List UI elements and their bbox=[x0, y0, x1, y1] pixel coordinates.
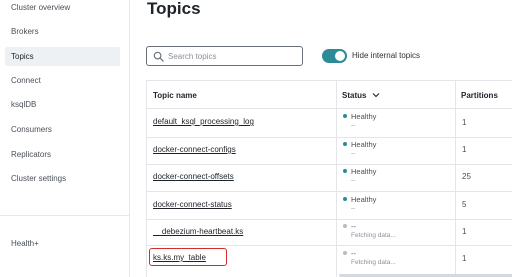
row-divider bbox=[147, 164, 512, 165]
row-divider bbox=[147, 108, 512, 109]
hide-internal-label: Hide internal topics bbox=[352, 51, 421, 60]
sidebar-item-topics[interactable]: Topics bbox=[5, 47, 120, 66]
row-divider bbox=[147, 137, 512, 138]
partition-count: 1 bbox=[462, 118, 467, 127]
status-dot bbox=[343, 142, 347, 146]
status-subtext: -- bbox=[351, 150, 356, 157]
partition-count: 1 bbox=[462, 145, 467, 154]
topic-link[interactable]: docker-connect-configs bbox=[153, 145, 236, 154]
search-box[interactable] bbox=[146, 46, 303, 66]
toggle-knob bbox=[335, 51, 345, 61]
topic-link[interactable]: __debezium-heartbeat.ks bbox=[153, 227, 243, 236]
partition-count: 1 bbox=[462, 254, 467, 263]
main-content: Topics Hide internal topics Topic name S… bbox=[130, 0, 512, 277]
chevron-down-icon bbox=[372, 93, 380, 98]
status-dot bbox=[343, 251, 347, 255]
partition-count: 25 bbox=[462, 172, 471, 181]
status-subtext: -- bbox=[351, 205, 356, 212]
status-subtext: -- bbox=[351, 177, 356, 184]
sidebar-item-ksqldb[interactable]: ksqlDB bbox=[5, 95, 120, 114]
column-header-status-label: Status bbox=[342, 91, 367, 100]
status-dot bbox=[343, 224, 347, 228]
partition-count: 1 bbox=[462, 227, 467, 236]
search-icon bbox=[153, 51, 164, 62]
sidebar: Cluster overview Brokers Topics Connect … bbox=[0, 0, 130, 277]
topic-link[interactable]: docker-connect-offsets bbox=[153, 172, 234, 181]
status-text: -- bbox=[343, 249, 356, 258]
status-dot bbox=[343, 197, 347, 201]
status-subtext: Fetching data... bbox=[351, 232, 396, 239]
sidebar-divider bbox=[0, 215, 130, 216]
topic-link[interactable]: default_ksql_processing_log bbox=[153, 117, 254, 126]
topic-link[interactable]: ks.ks.my_table bbox=[153, 253, 206, 262]
status-text: Healthy bbox=[343, 167, 376, 176]
page-title: Topics bbox=[147, 0, 201, 18]
status-text: Healthy bbox=[343, 112, 376, 121]
sidebar-item-brokers[interactable]: Brokers bbox=[5, 22, 120, 41]
sidebar-item-replicators[interactable]: Replicators bbox=[5, 145, 120, 164]
column-header-topic-name[interactable]: Topic name bbox=[147, 81, 197, 111]
row-divider bbox=[147, 219, 512, 220]
column-header-status[interactable]: Status bbox=[336, 81, 380, 111]
sidebar-item-cluster-overview[interactable]: Cluster overview bbox=[5, 0, 120, 17]
sidebar-item-connect[interactable]: Connect bbox=[5, 71, 120, 90]
status-dot bbox=[343, 169, 347, 173]
status-text: -- bbox=[343, 222, 356, 231]
sidebar-item-cluster-settings[interactable]: Cluster settings bbox=[5, 169, 120, 188]
topic-link[interactable]: docker-connect-status bbox=[153, 200, 232, 209]
status-subtext: -- bbox=[351, 122, 356, 129]
search-input[interactable] bbox=[168, 49, 298, 63]
sidebar-item-health-plus[interactable]: Health+ bbox=[5, 234, 120, 253]
sidebar-item-consumers[interactable]: Consumers bbox=[5, 120, 120, 139]
partition-count: 5 bbox=[462, 200, 467, 209]
row-divider bbox=[147, 191, 512, 192]
row-divider bbox=[147, 245, 512, 246]
status-text: Healthy bbox=[343, 140, 376, 149]
column-header-partitions[interactable]: Partitions bbox=[455, 81, 498, 111]
status-text: Healthy bbox=[343, 195, 376, 204]
topics-table: Topic name Status Partitions default_ksq… bbox=[146, 80, 512, 277]
hide-internal-toggle[interactable] bbox=[322, 49, 347, 63]
status-dot bbox=[343, 114, 347, 118]
status-subtext: Fetching data... bbox=[351, 259, 396, 266]
